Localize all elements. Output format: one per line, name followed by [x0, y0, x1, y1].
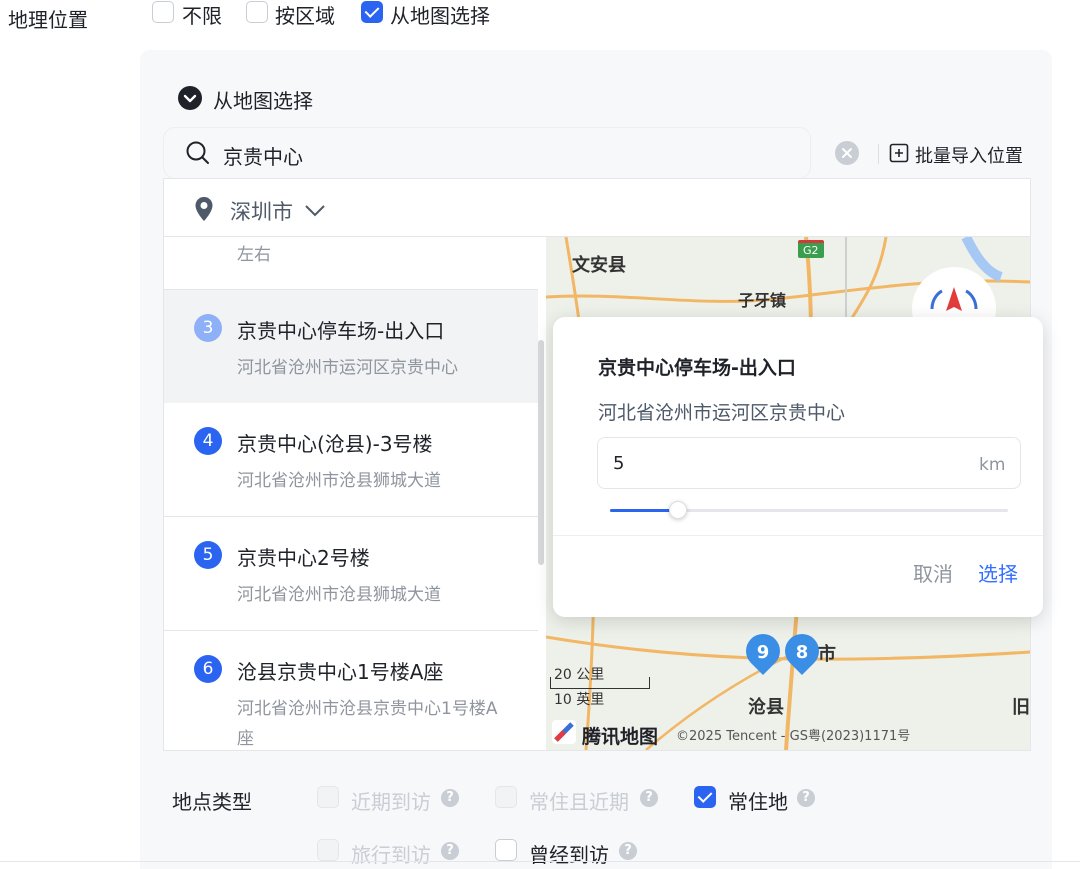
city-select[interactable]: 深圳市: [230, 196, 293, 226]
list-item-title: 京贵中心停车场-出入口: [237, 319, 445, 343]
list-item-title: 沧县京贵中心1号楼A座: [237, 660, 444, 684]
bulk-import-button[interactable]: 批量导入位置: [915, 142, 1023, 168]
radius-slider-handle[interactable]: [668, 501, 687, 519]
list-scrollbar[interactable]: [538, 340, 544, 565]
travel-visit-help-icon[interactable]: ?: [441, 842, 459, 860]
map-scale-bar: [550, 677, 650, 689]
travel-visit-checkbox[interactable]: [317, 839, 339, 861]
cancel-button[interactable]: 取消: [913, 558, 953, 587]
list-item[interactable]: 4 京贵中心(沧县)-3号楼 河北省沧州市沧县狮城大道: [164, 403, 538, 517]
list-item-address: 左右: [237, 245, 271, 265]
resident-help-icon[interactable]: ?: [797, 789, 815, 807]
radius-input-value[interactable]: 5: [613, 453, 624, 474]
past-visit-help-icon[interactable]: ?: [619, 842, 637, 860]
recent-visit-help-icon[interactable]: ?: [441, 789, 459, 807]
list-item[interactable]: 6 沧县京贵中心1号楼A座 河北省沧州市沧县京贵中心1号楼A 座: [164, 631, 538, 750]
result-number-badge: 5: [194, 541, 222, 569]
map-label-shi: 市: [818, 644, 836, 665]
popup-address: 河北省沧州市运河区京贵中心: [598, 402, 846, 424]
list-item-address: 河北省沧州市沧县京贵中心1号楼A: [237, 699, 498, 719]
list-item-address: 河北省沧州市运河区京贵中心: [237, 358, 458, 378]
past-visit-checkbox[interactable]: [495, 839, 517, 861]
page-bottom-divider: [0, 861, 1080, 862]
chevron-down-icon[interactable]: [303, 200, 327, 224]
recent-visit-checkbox[interactable]: [317, 786, 339, 808]
list-item-partial[interactable]: 左右: [164, 237, 538, 290]
list-item[interactable]: 3 京贵中心停车场-出入口 河北省沧州市运河区京贵中心: [164, 290, 538, 404]
highway-badge: G2: [798, 240, 824, 258]
radius-slider-track[interactable]: [610, 501, 1008, 519]
map-pin-label: 9: [756, 642, 770, 663]
list-item-address-cont: 座: [237, 729, 254, 749]
radius-input[interactable]: [597, 437, 1021, 489]
past-visit-label[interactable]: 曾经到访: [529, 839, 609, 868]
result-number-badge: 6: [194, 655, 222, 683]
geo-label: 地理位置: [8, 8, 88, 32]
divider: [878, 144, 879, 164]
recent-visit-label: 近期到访: [351, 790, 431, 814]
popup-title: 京贵中心停车场-出入口: [598, 357, 796, 379]
resident-recent-label: 常住且近期: [529, 790, 629, 814]
geo-option-map-label[interactable]: 从地图选择: [390, 0, 490, 29]
clear-search-icon[interactable]: [835, 141, 859, 165]
list-item[interactable]: 5 京贵中心2号楼 河北省沧州市沧县狮城大道: [164, 517, 538, 631]
popup-divider: [553, 535, 1043, 536]
map-label-jiu: 旧: [1012, 697, 1030, 718]
list-item-title: 京贵中心(沧县)-3号楼: [237, 432, 433, 456]
search-input[interactable]: 京贵中心: [223, 141, 303, 170]
search-icon: [185, 140, 211, 170]
map-pin-label: 8: [795, 642, 809, 663]
collapse-chevron-icon[interactable]: [178, 86, 202, 110]
travel-visit-label: 旅行到访: [351, 843, 431, 867]
map-label-ziya: 子牙镇: [738, 291, 787, 310]
section-title: 从地图选择: [213, 89, 313, 113]
place-type-label: 地点类型: [172, 790, 252, 814]
radius-slider-fill: [610, 509, 678, 512]
radius-unit: km: [979, 455, 1006, 475]
geo-option-region-checkbox[interactable]: [246, 1, 268, 23]
geo-option-region-label[interactable]: 按区域: [275, 0, 335, 29]
list-item-address: 河北省沧州市沧县狮城大道: [237, 585, 441, 605]
geo-option-map-checkbox[interactable]: [361, 1, 383, 23]
map-logo: 腾讯地图: [582, 726, 659, 748]
location-popup: 京贵中心停车场-出入口 河北省沧州市运河区京贵中心 5 km 取消 选择: [553, 317, 1043, 617]
geo-option-unlimited-checkbox[interactable]: [152, 1, 174, 23]
geo-option-unlimited-label[interactable]: 不限: [182, 0, 222, 29]
map-label-cangxian: 沧县: [748, 697, 784, 718]
result-number-badge: 4: [194, 427, 222, 455]
map-copyright: ©2025 Tencent - GS粤(2023)1171号: [676, 729, 911, 744]
resident-label[interactable]: 常住地: [728, 786, 788, 815]
select-button[interactable]: 选择: [978, 558, 1018, 587]
map-label-wenan: 文安县: [572, 255, 626, 276]
tencent-map-logo-icon: [552, 720, 576, 744]
location-pin-icon: [194, 196, 214, 226]
result-number-badge: 3: [194, 314, 222, 342]
resident-checkbox[interactable]: [694, 786, 716, 808]
resident-recent-help-icon[interactable]: ?: [640, 789, 658, 807]
list-item-address: 河北省沧州市沧县狮城大道: [237, 471, 441, 491]
resident-recent-checkbox[interactable]: [495, 786, 517, 808]
list-item-title: 京贵中心2号楼: [237, 546, 370, 570]
bulk-import-icon[interactable]: [889, 143, 909, 167]
map-scale-mi: 10 英里: [554, 692, 605, 708]
